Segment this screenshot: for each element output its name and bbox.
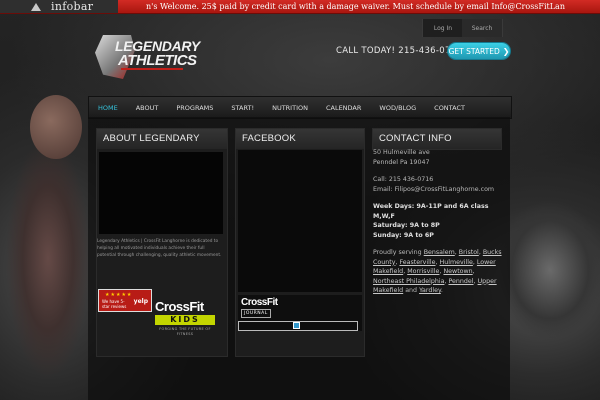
town-link[interactable]: Morrisville [407,268,439,275]
get-started-button[interactable]: GET STARTED ❯ [448,43,510,59]
contact-widget: CONTACT INFO 50 Hulmeville ave Penndel P… [372,128,502,355]
about-title: ABOUT LEGENDARY [97,129,227,149]
infobar: infobar n's Welcome. 25$ paid by credit … [0,0,600,14]
town-link[interactable]: Feasterville [399,259,435,266]
journal-label: JOURNAL [241,309,271,318]
review-text: We have 5-star reviews [102,299,127,310]
serving-intro: Proudly serving [373,249,422,256]
nav-item-programs[interactable]: PROGRAMS [167,104,222,112]
arrow-right-icon: ❯ [502,46,510,56]
town-link[interactable]: Bristol [459,249,479,256]
serving-and: and [405,287,418,294]
kids-label: KIDS [155,315,215,325]
town-link[interactable]: Bensalem [424,249,455,256]
crossfit-kids-logo[interactable]: CrossFit KIDS FORGING THE FUTURE OF FITN… [155,299,217,341]
town-link[interactable]: Northeast Philadelphia [373,278,444,285]
login-link[interactable]: Log In [422,19,464,37]
car-photo [500,190,600,340]
contact-title: CONTACT INFO [372,128,502,150]
get-started-label: GET STARTED [448,46,500,56]
warning-icon [31,2,41,11]
contact-phone: Call: 215 436-0716 [373,176,434,183]
hours-saturday: Saturday: 9A to 8P [373,222,440,229]
crossfit-journal-banner[interactable]: CrossFit JOURNAL [238,295,362,331]
infobar-message: n's Welcome. 25$ paid by credit card wit… [146,2,565,11]
facebook-widget: FACEBOOK CrossFit JOURNAL [235,128,365,357]
call-today-text: CALL TODAY! 215-436-0716 [336,46,463,56]
about-widget: ABOUT LEGENDARY Legendary Athletics | Cr… [96,128,228,357]
video-player[interactable] [99,152,223,234]
hours-weekdays-classes: M,W,F [373,212,395,220]
hours-sunday: Sunday: 9A to 6P [373,231,434,239]
address-line1: 50 Hulmeville ave [373,149,430,156]
search-link[interactable]: Search [462,19,503,37]
athlete-head [30,95,82,159]
yelp-review-badge[interactable]: ★★★★★ We have 5-star reviews yelp [98,289,152,312]
crossfit-kids-brand: CrossFit [155,299,204,314]
nav-item-about[interactable]: ABOUT [127,104,168,112]
facebook-title: FACEBOOK [236,129,364,149]
main-nav: HOME ABOUT PROGRAMS START! NUTRITION CAL… [88,96,512,119]
hours-weekdays: Week Days: 9A-11P and 6A class [373,203,489,210]
infobar-tab[interactable]: infobar [0,0,118,13]
logo-line2: ATHLETICS [118,52,197,69]
nav-item-nutrition[interactable]: NUTRITION [263,104,317,112]
address-line2: Penndel Pa 19047 [373,158,430,166]
nav-item-home[interactable]: HOME [89,104,127,112]
journal-icon [293,322,300,329]
town-link[interactable]: Yardley [419,287,441,294]
infobar-label: infobar [51,0,94,13]
contact-body: 50 Hulmeville ave Penndel Pa 19047 Call:… [373,148,503,296]
facebook-feed[interactable] [238,150,362,292]
yelp-logo: yelp [133,298,148,305]
site-logo[interactable]: LEGENDARY ATHLETICS [95,35,200,81]
about-description: Legendary Athletics | CrossFit Langhorne… [97,239,222,258]
nav-item-calendar[interactable]: CALENDAR [317,104,370,112]
nav-item-contact[interactable]: CONTACT [425,104,474,112]
crossfit-journal-logo: CrossFit [241,297,278,308]
nav-item-wod-blog[interactable]: WOD/BLOG [370,104,425,112]
stars-icon: ★★★★★ [105,292,133,298]
town-link[interactable]: Hulmeville [440,259,473,266]
logo-underline [121,68,183,70]
nav-item-start[interactable]: START! [222,104,263,112]
kids-tagline: FORGING THE FUTURE OF FITNESS [159,327,211,336]
town-link[interactable]: Newtown [443,268,472,275]
town-link[interactable]: Penndel [448,278,473,285]
serving-text: Proudly serving Bensalem, Bristol, Bucks… [373,249,502,294]
contact-email[interactable]: Email: Filipos@CrossFitLanghorne.com [373,185,503,195]
